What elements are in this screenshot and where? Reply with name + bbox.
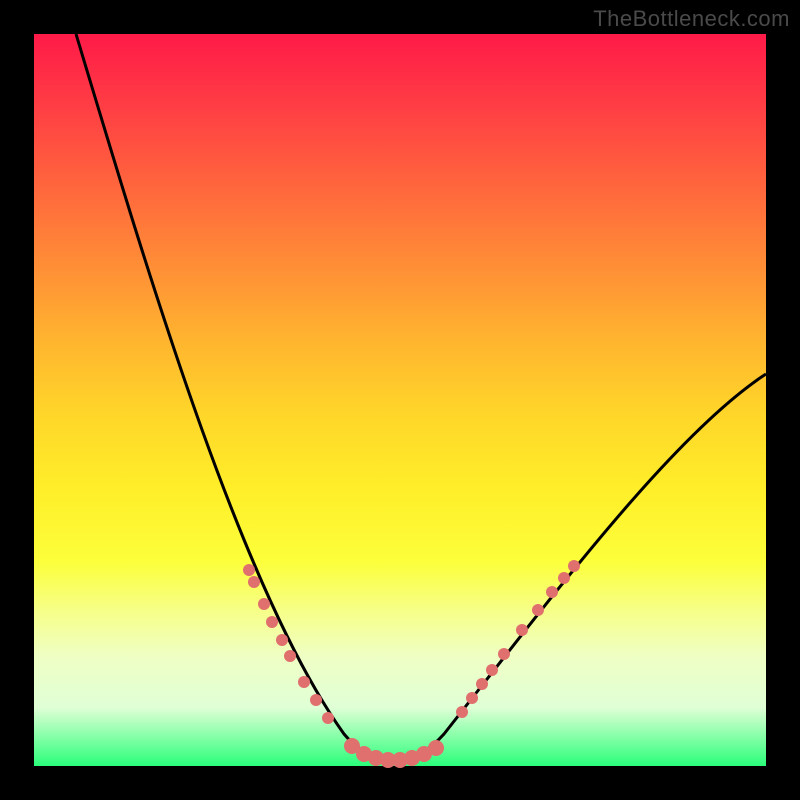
data-marker bbox=[258, 598, 270, 610]
data-marker bbox=[310, 694, 322, 706]
data-marker bbox=[498, 648, 510, 660]
data-marker bbox=[284, 650, 296, 662]
data-marker bbox=[568, 560, 580, 572]
marker-group bbox=[243, 560, 580, 768]
data-marker bbox=[456, 706, 468, 718]
data-marker bbox=[476, 678, 488, 690]
data-marker bbox=[276, 634, 288, 646]
data-marker bbox=[428, 740, 444, 756]
data-marker bbox=[298, 676, 310, 688]
data-marker bbox=[243, 564, 255, 576]
data-marker bbox=[266, 616, 278, 628]
data-marker bbox=[322, 712, 334, 724]
watermark-label: TheBottleneck.com bbox=[593, 6, 790, 32]
bottleneck-curve bbox=[76, 34, 766, 760]
data-marker bbox=[558, 572, 570, 584]
data-marker bbox=[466, 692, 478, 704]
data-marker bbox=[532, 604, 544, 616]
bottleneck-chart bbox=[34, 34, 766, 766]
data-marker bbox=[516, 624, 528, 636]
data-marker bbox=[248, 576, 260, 588]
data-marker bbox=[486, 664, 498, 676]
data-marker bbox=[546, 586, 558, 598]
chart-svg bbox=[34, 34, 766, 766]
